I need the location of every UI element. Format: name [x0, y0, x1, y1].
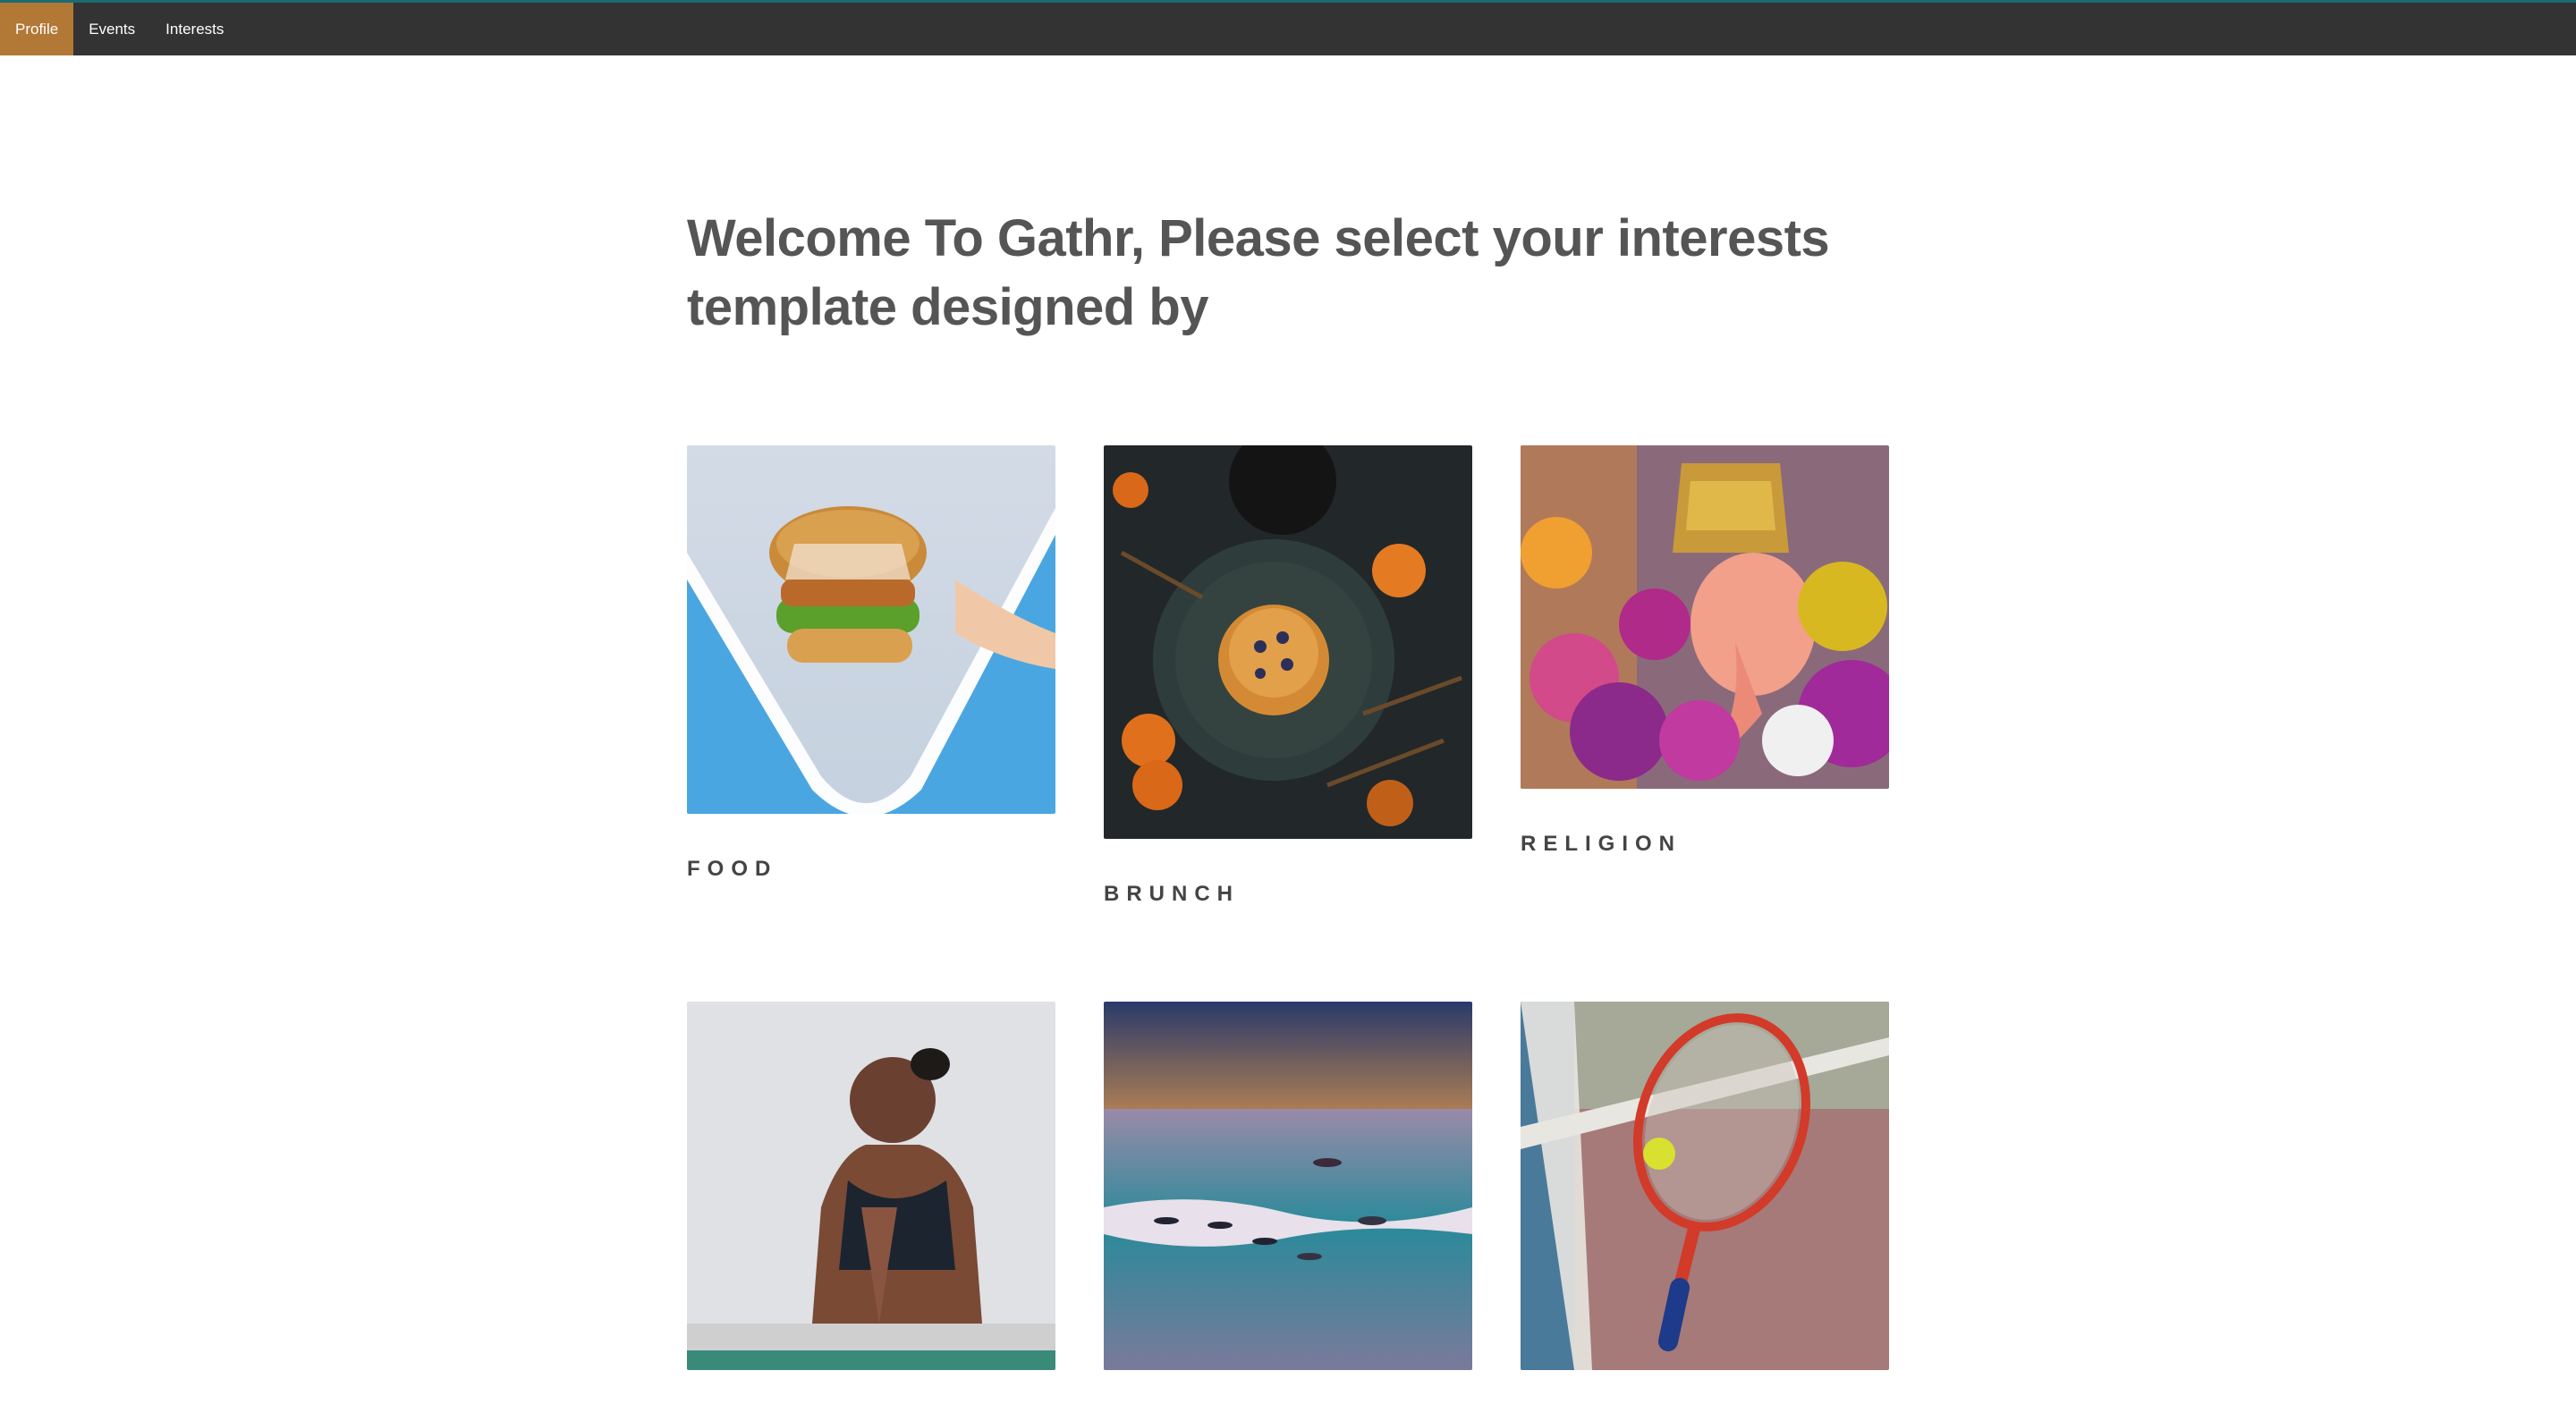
yoga-photo[interactable]: [687, 1002, 1055, 1370]
interest-label: BRUNCH: [1104, 882, 1240, 906]
interest-label: RELIGION: [1521, 832, 1682, 856]
nav-tab-interests[interactable]: Interests: [150, 3, 239, 55]
page-title-line-2: template designed by: [687, 278, 1209, 336]
interest-card-brunch[interactable]: BRUNCH: [1104, 445, 1472, 907]
page-title: Welcome To Gathr, Please select your int…: [687, 204, 1850, 342]
interest-card-tennis[interactable]: [1521, 1002, 1889, 1413]
page-title-line-1: Welcome To Gathr, Please select your int…: [687, 209, 1830, 267]
interest-card-food[interactable]: FOOD: [687, 445, 1055, 882]
interest-card-yoga[interactable]: [687, 1002, 1055, 1413]
interest-card-ocean[interactable]: [1104, 1002, 1472, 1413]
pancakes-photo[interactable]: [1104, 445, 1472, 839]
dolphins-photo[interactable]: [1104, 1002, 1472, 1370]
nav-tab-events[interactable]: Events: [73, 3, 150, 55]
top-navbar: Profile Events Interests: [0, 0, 2576, 55]
interest-label: FOOD: [687, 857, 778, 881]
nav-tab-profile[interactable]: Profile: [0, 3, 74, 55]
tennis-racket-photo[interactable]: [1521, 1002, 1889, 1370]
burger-photo[interactable]: [687, 445, 1055, 814]
ganesha-photo[interactable]: [1521, 445, 1889, 789]
interest-card-religion[interactable]: RELIGION: [1521, 445, 1889, 857]
